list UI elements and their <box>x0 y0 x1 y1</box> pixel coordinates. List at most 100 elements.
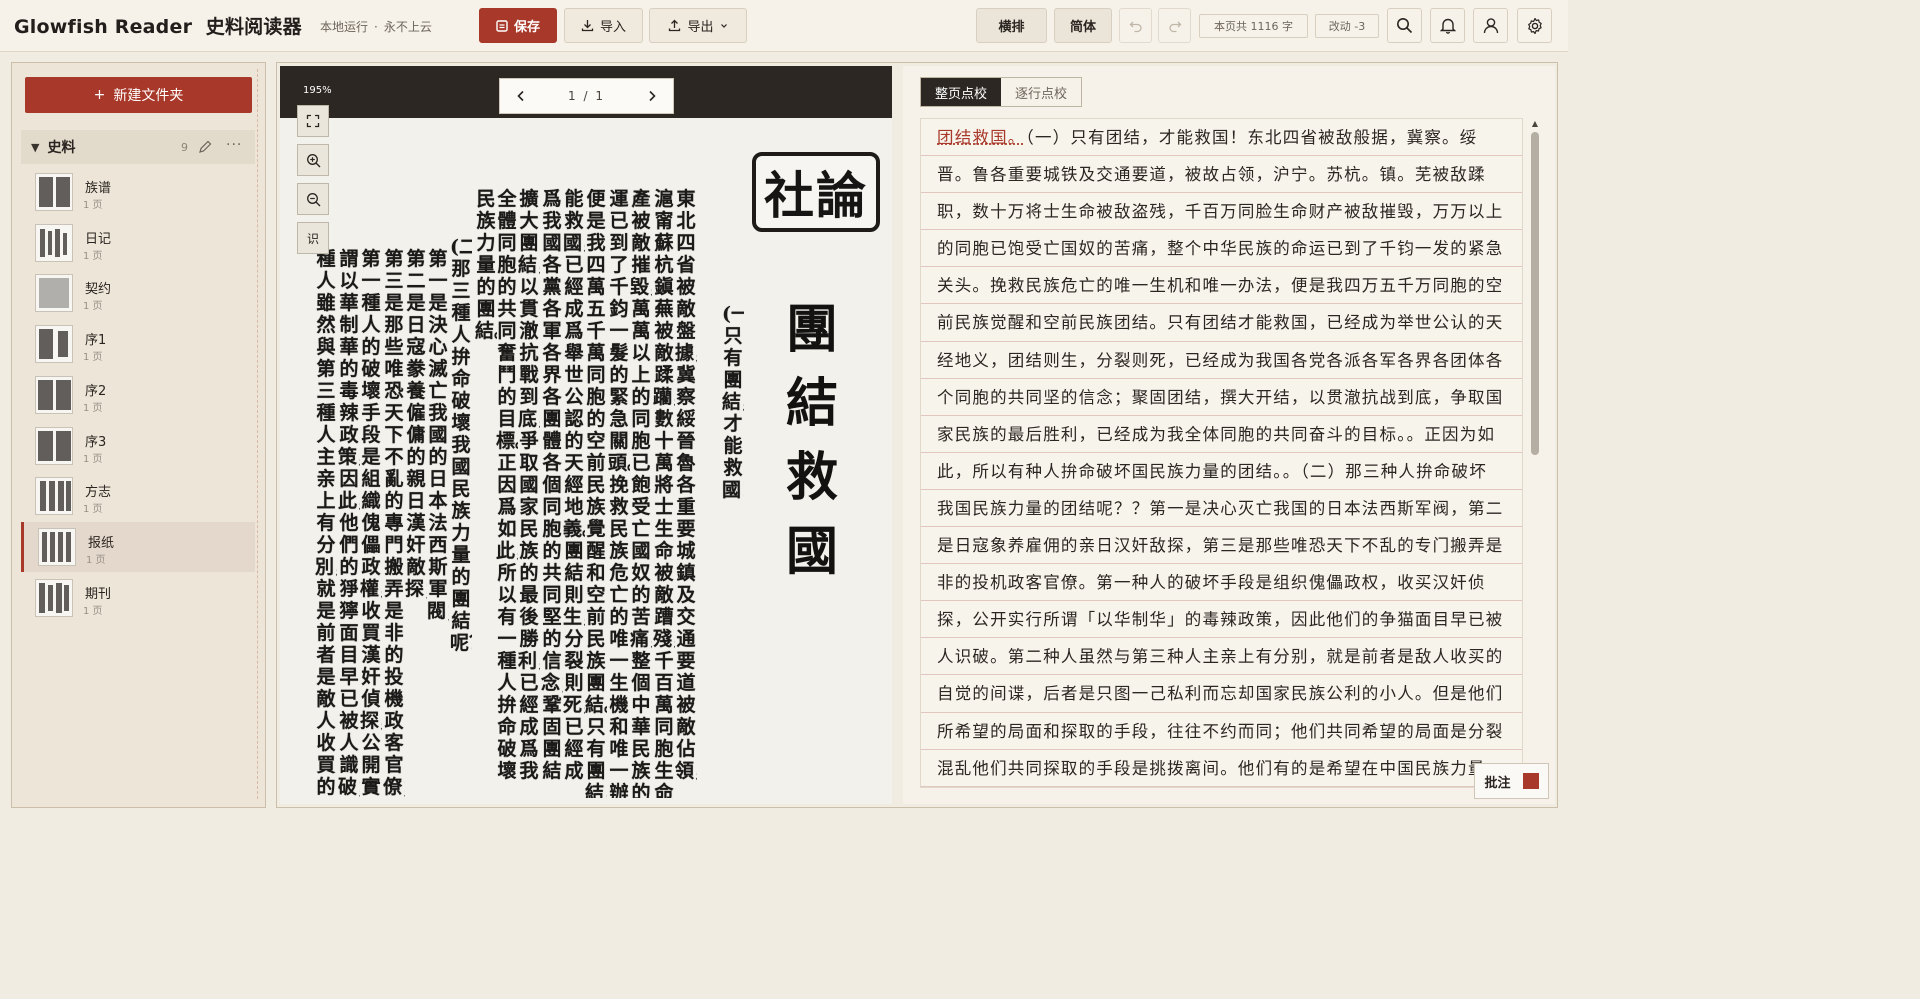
document-page-count: 1 页 <box>83 402 103 414</box>
document-item[interactable]: 序3 1 页 <box>21 421 255 471</box>
scroll-thumb[interactable] <box>1531 132 1539 455</box>
more-icon[interactable]: ··· <box>226 137 242 153</box>
export-button[interactable]: 导出 <box>649 8 747 43</box>
app-brand: Glowfish Reader 史料阅读器 <box>14 12 302 39</box>
search-icon <box>1397 18 1413 34</box>
vertical-layout-button[interactable]: 横排 <box>976 8 1047 43</box>
text-line[interactable]: 混乱他们共同探取的手段是挑拨离间。他们有的是希望在中国民族力量 <box>921 750 1522 787</box>
scan-text-column: 第一種人的破壞手段是組織傀儡政權，收買漢奸偵探，公開實行所 <box>360 248 382 798</box>
document-item[interactable]: 日记 1 页 <box>21 218 255 268</box>
redo-button[interactable] <box>1158 8 1191 43</box>
document-page-count: 1 页 <box>83 605 103 617</box>
text-line[interactable]: 所希望的局面和探取的手段，往往不约而同；他们共同希望的局面是分裂 <box>921 713 1522 750</box>
tab-page-proof[interactable]: 整页点校 <box>921 78 1002 106</box>
document-item[interactable]: 期刊 1 页 <box>21 573 255 623</box>
text-line[interactable]: 我国民族力量的团结呢？？第一是决心灭亡我国的日本法西斯军阀，第二 <box>921 490 1522 528</box>
document-title: 序3 <box>85 434 107 450</box>
scroll-up-icon[interactable]: ▲ <box>1530 118 1540 128</box>
chevron-down-icon <box>720 23 727 28</box>
new-folder-button[interactable]: + 新建文件夹 <box>25 77 252 113</box>
text-line[interactable]: 个同胞的共同坚的信念；聚固团结，撰大开结，以贯澈抗战到底，争取国 <box>921 379 1522 416</box>
zoom-in-button[interactable] <box>297 144 329 176</box>
undo-icon <box>1129 21 1142 32</box>
settings-button[interactable] <box>1517 8 1552 43</box>
tab-line-proof[interactable]: 逐行点校 <box>1001 78 1081 106</box>
document-title: 日记 <box>85 231 112 247</box>
chevron-right-icon[interactable] <box>647 90 657 102</box>
document-item[interactable]: 方志 1 页 <box>21 471 255 521</box>
fit-screen-button[interactable] <box>297 105 329 137</box>
document-thumbnail <box>38 527 76 566</box>
text-line[interactable]: 的同胞已饱受亡国奴的苦痛，整个中华民族的命运已到了千钧一发的紧急 <box>921 230 1522 268</box>
proof-text-area[interactable]: 团结救国。（一）只有团结，才能救国！东北四省被敌般据，冀察。绥 晋。鲁各重要城铁… <box>920 118 1523 788</box>
text-line[interactable]: 团结救国。（一）只有团结，才能救国！东北四省被敌般据，冀察。绥 <box>921 119 1522 157</box>
scan-text-column: 謂以華制華的毒辣政策，因此，他們的猙獰面目早已被人識破；第二 <box>338 248 360 798</box>
document-item[interactable]: 序2 1 页 <box>21 370 255 420</box>
document-title: 报纸 <box>88 535 115 551</box>
document-page-count: 1 页 <box>83 250 103 262</box>
text-line[interactable]: 自觉的间谍，后者是只图一己私利而忘却国家民族公利的小人。但是他们 <box>921 675 1522 713</box>
document-title: 契约 <box>85 282 112 298</box>
scan-text-column: 民族力量的團結。 <box>475 188 497 342</box>
scan-text-column: 種人雖然與第三種人主亲上有分別，就是前者是敵人收買的自覺的間諜 <box>315 248 337 798</box>
text-line[interactable]: 非的投机政客官僚。第一种人的破坏手段是组织傀儡政权，收买汉奸侦 <box>921 564 1522 602</box>
scan-text-column: 第三是那些唯恐天下不亂的專門搬弄是非的投機政客官僚； <box>383 248 405 798</box>
viewer-header: 195% 1 / 1 <box>280 66 892 118</box>
redo-icon <box>1168 21 1181 32</box>
text-line[interactable]: 关头。挽救民族危亡的唯一生机和唯一办法，便是我四万五千万同胞的空 <box>921 267 1522 305</box>
document-thumbnail <box>35 325 73 364</box>
ocr-button[interactable]: 识 <box>297 222 329 254</box>
editorial-seal: 社論 <box>752 152 880 232</box>
document-page-count: 1 页 <box>83 504 103 516</box>
scan-text-column: 運已到了千鈞一髮的緊急關頭。挽救民族危亡的唯一生機和唯一辦法， <box>608 188 630 798</box>
simplified-button[interactable]: 简体 <box>1054 8 1112 43</box>
text-line[interactable]: 是日寇象养雇佣的亲日汉奸敌探，第三是那些唯恐天下不乱的专门搬弄是 <box>921 527 1522 565</box>
undo-button[interactable] <box>1119 8 1152 43</box>
annotate-button[interactable]: 批注 <box>1474 763 1549 799</box>
app-subtitle: 本地运行 · 永不上云 <box>320 18 432 35</box>
status-dot: · <box>374 20 378 34</box>
search-button[interactable] <box>1387 8 1422 43</box>
notifications-button[interactable] <box>1430 8 1465 43</box>
text-line[interactable]: 职，数十万将士生命被敌盗残，千百万同脸生命财产被敌摧毁，万万以上 <box>921 193 1522 231</box>
text-line[interactable]: 家民族的最后胜利，已经成为我全体同胞的共同奋斗的目标。。正因为如 <box>921 416 1522 453</box>
document-item[interactable]: 族谱 1 页 <box>21 167 255 217</box>
document-item[interactable]: 契约 1 页 <box>21 268 255 318</box>
account-button[interactable] <box>1473 8 1508 43</box>
zoom-out-button[interactable] <box>297 183 329 215</box>
user-icon <box>1483 18 1498 34</box>
top-bar: Glowfish Reader 史料阅读器 本地运行 · 永不上云 保存 导入 导出… <box>0 0 1568 52</box>
sidebar-inner: + 新建文件夹 ▼ 史料 9 ··· 族谱 1 页日记 1 页契约 1 页序1 1 页序… <box>19 69 258 799</box>
text-line[interactable]: 人识破。第二种人虽然与第三种人主亲上有分别，就是前者是敌人收买的 <box>921 638 1522 676</box>
proof-tabs: 整页点校 逐行点校 <box>920 77 1083 107</box>
text-line[interactable]: 探，公开实行所谓「以华制华」的毒辣政策，因此他们的争猫面目早已被 <box>921 601 1522 639</box>
folder-header[interactable]: ▼ 史料 9 ··· <box>21 130 255 164</box>
upload-icon <box>669 19 681 32</box>
text-line[interactable]: 前民族觉醒和空前民族团结。只有团结才能救国，已经成为举世公认的天 <box>921 304 1522 342</box>
scan-text-column: 第二是日寇豢養僱傭的親日漢奸敵探； <box>405 248 427 600</box>
bell-icon <box>1439 18 1456 34</box>
text-line[interactable]: 经地义，团结则生，分裂则死，已经成为我国各党各派各军各界各团体各 <box>921 342 1522 379</box>
pencil-icon[interactable] <box>198 139 212 158</box>
proof-scrollbar[interactable]: ▲ <box>1530 118 1540 788</box>
save-button[interactable]: 保存 <box>479 8 557 43</box>
sidebar: + 新建文件夹 ▼ 史料 9 ··· 族谱 1 页日记 1 页契约 1 页序1 1 页序… <box>11 62 266 808</box>
title-annotation[interactable]: 团结救国。 <box>937 128 1026 147</box>
document-page-count: 1 页 <box>86 554 106 566</box>
page-indicator: 1 / 1 <box>568 89 605 103</box>
workspace: 195% 1 / 1 社論 團結救國 (一)只有團結，才能救國！ 東北四省被敵盤據… <box>276 62 1558 808</box>
chevron-left-icon[interactable] <box>516 90 526 102</box>
scan-text-column: 擴大團結，以貫澈抗戰到底，爭取國家民族的最後勝利，已經成爲我 <box>518 188 540 782</box>
caret-down-icon[interactable]: ▼ <box>31 141 39 154</box>
document-item[interactable]: 报纸 1 页 <box>21 521 255 572</box>
proofread-panel: 整页点校 逐行点校 团结救国。（一）只有团结，才能救国！东北四省被敌般据，冀察。… <box>903 66 1555 804</box>
zoom-out-icon <box>306 192 320 206</box>
text-line[interactable]: 此，所以有种人拚命破坏国民族力量的团结。。（二）那三种人拚命破坏 <box>921 453 1522 490</box>
document-page-count: 1 页 <box>83 453 103 465</box>
text-line[interactable]: 晋。鲁各重要城铁及交通要道，被故占领，沪宁。苏杭。镇。芜被敌蹂 <box>921 156 1522 194</box>
document-thumbnail <box>35 477 73 516</box>
document-page-count: 1 页 <box>83 352 103 364</box>
document-item[interactable]: 序1 1 页 <box>21 319 255 369</box>
app-name: 史料阅读器 <box>205 16 302 38</box>
import-button[interactable]: 导入 <box>564 8 643 43</box>
